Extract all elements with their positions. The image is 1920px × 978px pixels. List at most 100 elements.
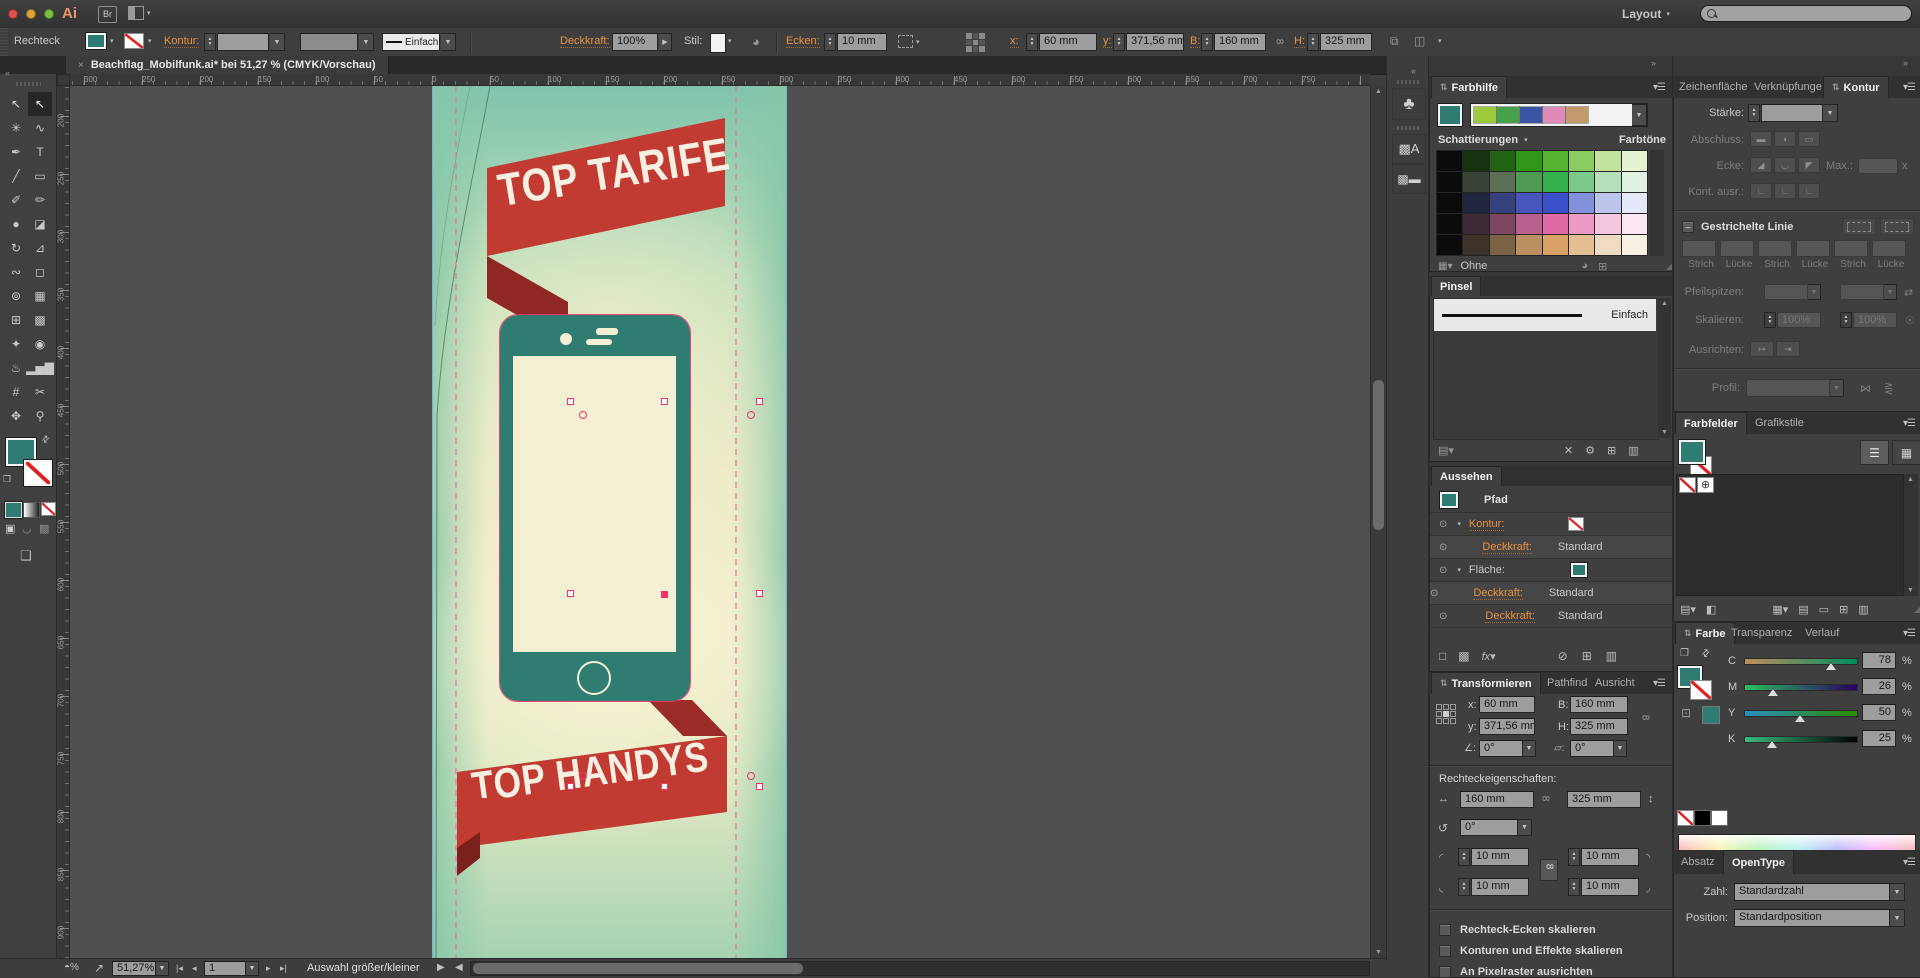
more-options-arrow[interactable]: ▾ [1438,37,1442,45]
zoom-level-dropdown[interactable]: ▼ [156,961,169,976]
staerke-stepper[interactable]: ▲▼ [1748,104,1760,122]
variation-swatch[interactable] [1463,172,1488,192]
color-variations-grid[interactable] [1436,150,1648,256]
gradient-mode-button[interactable] [23,502,40,518]
live-corner-widget[interactable] [579,772,587,780]
quick-none-swatch[interactable] [1677,810,1694,826]
brush-definition-dropdown[interactable]: ▼ [359,33,374,51]
width-link[interactable]: B: [1190,35,1200,48]
variation-swatch[interactable] [1595,193,1620,213]
collapse-column-icon[interactable]: » [1651,58,1656,68]
tab-opentype[interactable]: OpenType [1723,850,1794,874]
appearance-row-fill-opacity[interactable]: ⊙ Deckkraft: Standard [1430,582,1674,605]
channel-value-field[interactable]: 25 [1862,730,1896,747]
selection-handle[interactable] [661,398,668,405]
collapse-column-b-icon[interactable]: » [1903,58,1908,68]
arrowhead-end-field[interactable] [1840,284,1884,300]
swatch-scroll-up[interactable]: ▲ [1907,476,1914,483]
save-color-group-icon[interactable]: ⊞ [1598,260,1607,273]
dash-align-button[interactable] [1880,218,1914,235]
dash-preserve-button[interactable] [1842,218,1876,235]
selection-handle[interactable] [756,590,763,597]
collapse-toolbar-icon[interactable]: « [5,68,10,78]
corner-tr-field[interactable]: 10 mm [1581,848,1639,866]
scale-end-stepper[interactable]: ▲▼ [1840,312,1852,328]
base-color-swatch[interactable] [1438,104,1462,126]
delete-brush-icon[interactable]: ▥ [1628,444,1638,457]
close-window-button[interactable] [8,9,18,19]
brush-scroll-down[interactable]: ▼ [1661,429,1668,436]
variation-swatch[interactable] [1569,235,1594,255]
checkbox[interactable] [1439,924,1451,936]
tool-button[interactable]: ✒ [4,140,28,164]
swatch-list[interactable]: ⊕ [1676,474,1904,596]
live-corner-widget[interactable] [747,411,755,419]
ty-field[interactable]: 371,56 mm [1479,718,1535,735]
variation-swatch[interactable] [1622,235,1647,255]
join-buttons[interactable]: ◢ ◡ ◤ [1750,157,1820,173]
style-dropdown-arrow[interactable]: ▾ [728,37,732,45]
stroke-style-dropdown[interactable]: ▼ [441,33,456,51]
variation-swatch[interactable] [1437,214,1462,234]
tool-button[interactable]: ◪ [28,212,52,236]
variation-swatch[interactable] [1516,172,1541,192]
rect-rotate-field[interactable]: 0° [1460,819,1518,836]
document-tab[interactable]: × Beachflag_Mobilfunk.ai* bei 51,27 % (C… [66,56,389,74]
width-field[interactable]: 160 mm [1214,33,1266,51]
variation-swatch[interactable] [1437,151,1462,171]
width-stepper[interactable]: ▲▼ [1201,33,1213,51]
dash-field-2[interactable] [1758,240,1792,257]
icon-strip-grip-2[interactable] [1397,126,1419,130]
duplicate-item-icon[interactable]: ⊞ [1582,649,1592,663]
channel-value-field[interactable]: 26 [1862,678,1896,695]
dash-field[interactable] [1682,240,1716,257]
tab-aussehen[interactable]: Aussehen [1431,466,1502,486]
variation-swatch[interactable] [1569,151,1594,171]
new-stroke-icon[interactable]: □ [1439,649,1446,663]
rect-constrain-icon[interactable]: 8 [1539,796,1550,802]
arrowhead-start-dropdown[interactable]: ▼ [1808,284,1821,300]
selection-handle[interactable] [567,590,574,597]
workspace-switcher[interactable]: Layout ▾ [1622,5,1670,23]
kontur-menu-icon[interactable]: ▾☰ [1903,82,1915,93]
swatch-list-icon[interactable]: ▤ [1798,603,1808,616]
corner-tl-icon[interactable]: ◜ [1439,851,1443,864]
align-stroke-buttons[interactable]: ∟ ∟ ∟ [1750,183,1820,199]
artboard-number-field[interactable]: 1 [204,961,246,976]
tool-button[interactable]: ✥ [4,404,28,428]
corner-tr-stepper[interactable]: ▲▼ [1568,848,1580,866]
brush-definition-field[interactable] [300,33,358,51]
delete-item-icon[interactable]: ▥ [1606,649,1617,663]
tab-absatz[interactable]: Absatz [1681,856,1715,868]
corner-br-field[interactable]: 10 mm [1581,878,1639,896]
cap-butt-button[interactable]: ▬ [1750,131,1772,147]
channel-handle[interactable] [1768,689,1778,696]
tool-button[interactable]: ◻ [28,260,52,284]
tab-pathfinder[interactable]: Pathfind [1547,677,1587,689]
tab-transformieren[interactable]: ⇅ Transformieren [1431,672,1541,694]
gap-field[interactable] [1720,240,1754,257]
fill-dropdown-arrow[interactable]: ▾ [110,37,114,45]
ruler-corner[interactable] [57,74,70,86]
tab-grafikstile[interactable]: Grafikstile [1755,417,1804,429]
search-input[interactable] [1700,5,1912,22]
vertical-scrollbar[interactable]: ▲ ▼ [1370,86,1386,958]
stroke-attr-link[interactable]: Kontur: [1469,518,1504,531]
harmony-dropdown[interactable]: ▼ [1632,104,1647,126]
delete-swatch-icon[interactable]: ▥ [1858,603,1868,616]
limit-color-group-icon[interactable]: ▦▾ [1438,261,1452,272]
farbhilfe-menu-icon[interactable]: ▾☰ [1653,82,1665,93]
scale-corners-icon[interactable]: ⧉ [1390,34,1399,49]
tool-button[interactable]: # [4,380,28,404]
opacity-attr-link[interactable]: Deckkraft: [1482,541,1532,554]
corner-br-icon[interactable]: ◞ [1646,881,1650,894]
none-swatch[interactable] [1679,477,1696,493]
tool-button[interactable]: ⚲ [28,404,52,428]
checkbox-row[interactable]: Konturen und Effekte skalieren [1439,940,1669,961]
staerke-dropdown[interactable]: ▼ [1823,104,1838,122]
tool-button[interactable]: ♨ [4,356,28,380]
variation-swatch[interactable] [1490,235,1515,255]
appearance-row-path[interactable]: Pfad [1430,488,1674,513]
variation-swatch[interactable] [1543,193,1568,213]
swatch-library-icon[interactable]: ▤▾ [1680,603,1696,616]
